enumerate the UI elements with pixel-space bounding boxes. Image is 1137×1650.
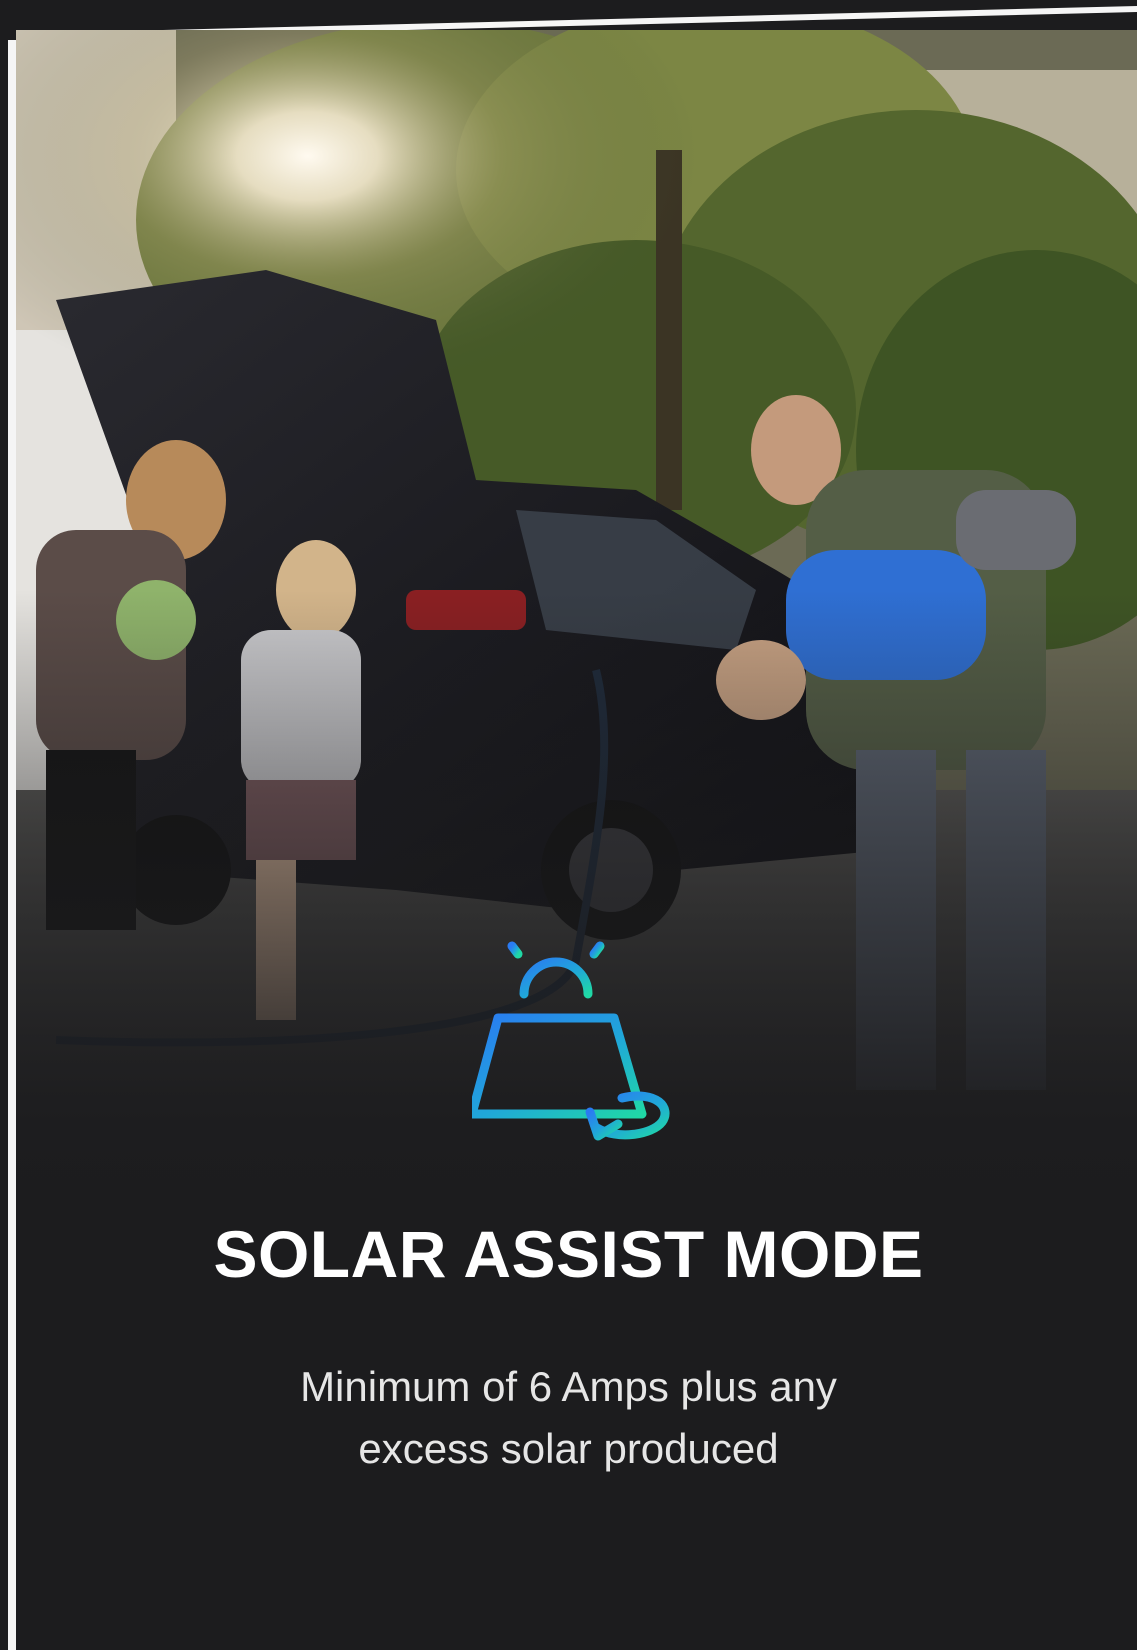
feature-description-line-1: Minimum of 6 Amps plus any: [300, 1363, 837, 1410]
feature-title: SOLAR ASSIST MODE: [213, 1217, 924, 1291]
solar-assist-page: SOLAR ASSIST MODE Minimum of 6 Amps plus…: [0, 0, 1137, 1650]
solar-panel-sun-icon: [467, 923, 692, 1210]
feature-description-line-2: excess solar produced: [358, 1425, 779, 1472]
feature-description: Minimum of 6 Amps plus any excess solar …: [0, 1356, 1137, 1480]
